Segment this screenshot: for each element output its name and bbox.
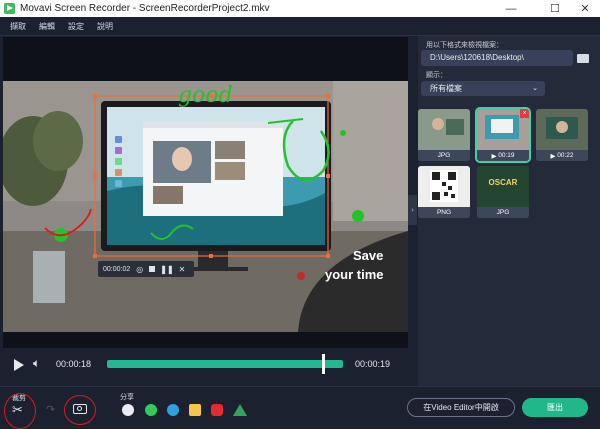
window-title: Movavi Screen Recorder - ScreenRecorderP… [20, 3, 270, 14]
pause-button[interactable]: ❚❚ [160, 265, 173, 274]
overlay-text-save: Save [353, 248, 384, 263]
video-duration-label: ▶ 00:22 [536, 150, 588, 161]
share-label: 分享 [120, 394, 134, 401]
red-circle-annotation [64, 395, 96, 425]
handwriting-annotation: good [178, 83, 233, 108]
video-duration: 00:19 [498, 152, 515, 159]
telegram-icon[interactable] [167, 404, 179, 416]
file-thumbnail-4[interactable]: PNG [418, 166, 470, 218]
timeline-handle[interactable] [321, 354, 325, 374]
menu-bar: 擷取 編輯 設定 說明 [0, 17, 600, 36]
close-window-button[interactable]: ✕ [570, 0, 600, 17]
open-in-video-editor-button[interactable]: 在Video Editor中開啟 [407, 398, 515, 417]
delete-icon[interactable]: × [520, 109, 529, 118]
menu-help[interactable]: 說明 [97, 21, 113, 32]
current-time: 00:00:18 [56, 359, 92, 369]
undo-arrow-icon: ↷ [46, 404, 56, 416]
video-preview[interactable]: good Save your time 00:00:02 ◎ ❚❚ ✕ [3, 37, 408, 348]
folder-path-field[interactable]: D:\Users\120618\Desktop\ [421, 50, 573, 66]
video-duration-label: ▶ 00:19 [477, 150, 529, 161]
play-button[interactable] [14, 359, 24, 371]
oscar-text: OSCAR [488, 178, 518, 187]
file-type-label: PNG [418, 207, 470, 218]
video-frame: good Save your time 00:00:02 ◎ ❚❚ ✕ [3, 81, 408, 332]
camera-icon[interactable]: ◎ [136, 265, 143, 274]
app-logo-icon [4, 3, 15, 14]
play-icon: ▶ [491, 152, 499, 160]
file-filter-value: 所有檔案 [430, 84, 462, 93]
file-type-label: JPG [477, 207, 529, 218]
red-circle-annotation [4, 393, 36, 429]
whatsapp-icon[interactable] [145, 404, 157, 416]
maximize-button[interactable]: ☐ [540, 0, 570, 17]
file-type-label: JPG [418, 150, 470, 161]
file-thumbnail-1[interactable]: JPG [418, 109, 470, 161]
total-time: 00:00:19 [355, 359, 391, 369]
folder-label: 用以下格式來檢視檔案： [426, 42, 503, 49]
panel-collapse-button[interactable]: › [408, 195, 417, 225]
recording-timer: 00:00:02 [103, 265, 131, 273]
qr-code-icon [418, 166, 470, 207]
google-drive-icon[interactable] [233, 404, 247, 416]
stop-button[interactable] [149, 266, 156, 272]
video-scene [3, 81, 408, 332]
file-thumbnail-3[interactable]: ▶ 00:22 [536, 109, 588, 161]
file-thumbnail-2[interactable]: ▶ 00:19 × [475, 107, 531, 163]
browse-folder-icon[interactable] [577, 54, 589, 63]
player-controls: 🔈︎ 00:00:18 00:00:19 [0, 348, 410, 384]
youtube-icon[interactable] [211, 404, 223, 416]
menu-settings[interactable]: 設定 [68, 21, 84, 32]
cloud-upload-icon[interactable] [122, 404, 134, 416]
export-button[interactable]: 匯出 [522, 398, 588, 417]
google-drive-folder-icon[interactable] [189, 404, 201, 416]
play-icon: ▶ [550, 152, 558, 160]
volume-icon[interactable]: 🔈︎ [33, 356, 40, 371]
show-label: 顯示： [426, 72, 447, 79]
file-thumbnail-5[interactable]: OSCAR JPG [477, 166, 529, 218]
minimize-button[interactable]: — [496, 0, 526, 17]
cancel-recording-button[interactable]: ✕ [179, 265, 186, 274]
menu-edit[interactable]: 編輯 [39, 21, 55, 32]
title-bar: Movavi Screen Recorder - ScreenRecorderP… [0, 0, 600, 17]
chevron-down-icon: ⌄ [532, 85, 538, 92]
recording-toolbar: 00:00:02 ◎ ❚❚ ✕ [98, 261, 194, 277]
file-panel: 用以下格式來檢視檔案： D:\Users\120618\Desktop\ 顯示：… [418, 36, 600, 386]
overlay-text-your-time: your time [325, 267, 384, 282]
timeline-track[interactable] [107, 354, 343, 374]
video-duration: 00:22 [557, 152, 574, 159]
menu-capture[interactable]: 擷取 [10, 21, 26, 32]
bottom-bar: 裁剪 ✂ ↷ 分享 在Video Editor中開啟 匯出 [0, 386, 600, 429]
file-filter-select[interactable]: 所有檔案 ⌄ [421, 81, 545, 96]
